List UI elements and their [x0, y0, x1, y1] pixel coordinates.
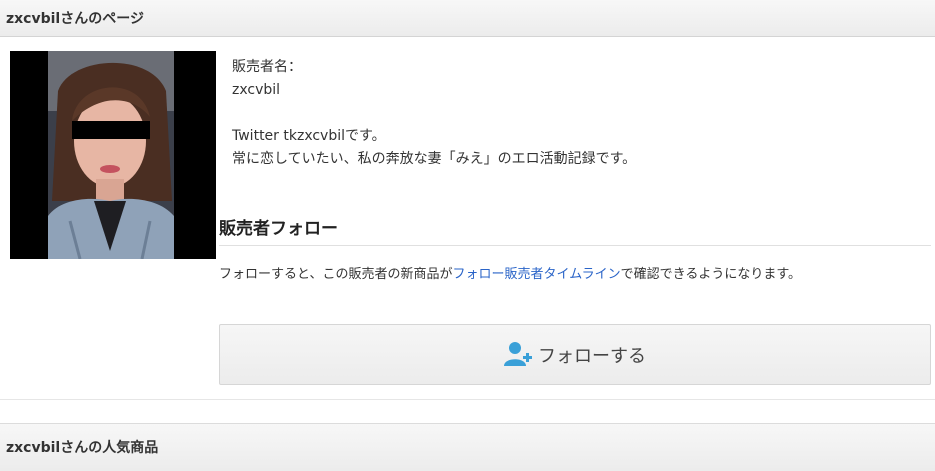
follow-button-label[interactable]: フォローする [538, 346, 646, 367]
follow-section-title: 販売者フォロー [219, 219, 338, 239]
seller-info: 販売者名： zxcvbil Twitter tkzxcvbilです。 常に恋して… [232, 56, 636, 171]
follow-button[interactable]: フォローする [219, 324, 931, 385]
follow-description: フォローすると、この販売者の新商品がフォロー販売者タイムラインで確認できるように… [219, 263, 801, 282]
user-add-icon [504, 342, 532, 366]
popular-products-header: zxcvbilさんの人気商品 [0, 423, 935, 471]
follow-desc-text: フォローすると、この販売者の新商品が [219, 267, 453, 282]
page-title: zxcvbilさんのページ [6, 11, 144, 27]
seller-bio-line: 常に恋していたい、私の奔放な妻「みえ」のエロ活動記録です。 [232, 151, 637, 167]
follow-divider [219, 245, 931, 246]
seller-name-label: 販売者名： [232, 59, 302, 75]
page-header: zxcvbilさんのページ [0, 0, 935, 37]
seller-bio-line: Twitter tkzxcvbilです。 [232, 128, 386, 144]
seller-name: zxcvbil [232, 82, 281, 98]
follow-timeline-link[interactable]: フォロー販売者タイムライン [452, 267, 620, 282]
follow-desc-text: で確認できるようになります。 [620, 267, 802, 282]
popular-products-title: zxcvbilさんの人気商品 [6, 440, 159, 456]
seller-avatar [10, 51, 216, 259]
section-divider [0, 399, 935, 400]
follow-button-content[interactable]: フォローする [220, 341, 930, 368]
